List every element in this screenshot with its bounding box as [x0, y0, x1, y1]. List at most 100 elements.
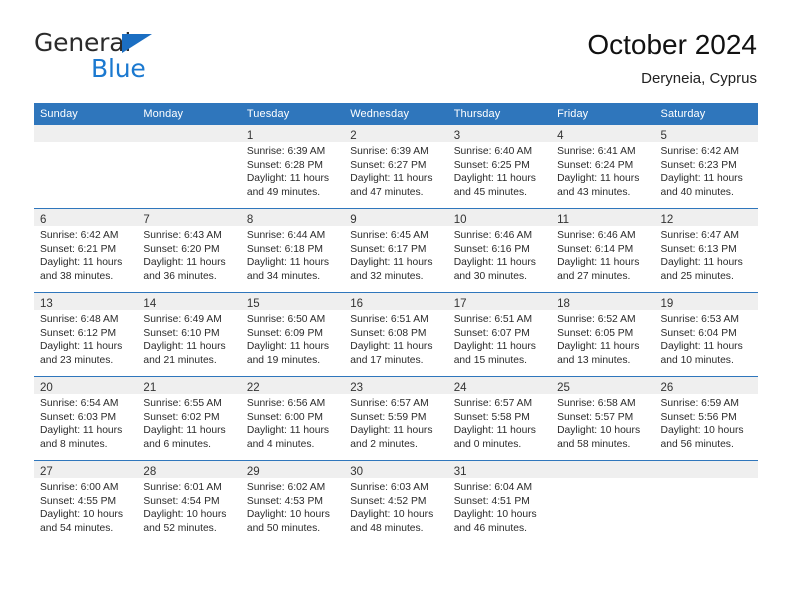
day-details: Sunrise: 6:56 AM Sunset: 6:00 PM Daylight:… [241, 394, 344, 451]
calendar-day-cell[interactable]: 25 Sunrise: 6:58 AM Sunset: 5:57 PM Dayligh… [551, 376, 655, 461]
calendar-day-cell[interactable]: 16 Sunrise: 6:51 AM Sunset: 6:08 PM Dayligh… [344, 292, 448, 377]
calendar-day-cell[interactable]: 22 Sunrise: 6:56 AM Sunset: 6:00 PM Dayligh… [240, 376, 345, 461]
day-details: Sunrise: 6:57 AM Sunset: 5:59 PM Daylight:… [344, 394, 447, 451]
day-number: 11 [557, 214, 570, 226]
sunset-text: Sunset: 6:17 PM [350, 243, 427, 255]
calendar-day-cell[interactable]: 11 Sunrise: 6:46 AM Sunset: 6:14 PM Dayligh… [551, 208, 655, 293]
calendar-day-cell[interactable]: 31 Sunrise: 6:04 AM Sunset: 4:51 PM Dayligh… [447, 460, 552, 544]
day-number: 25 [557, 382, 570, 394]
calendar-week-row: 27 Sunrise: 6:00 AM Sunset: 4:55 PM Dayligh… [34, 460, 758, 544]
day-number-band: 26 [654, 377, 758, 394]
sunrise-text: Sunrise: 6:42 AM [40, 230, 119, 241]
sunset-text: Sunset: 5:56 PM [660, 411, 737, 423]
calendar-day-cell[interactable]: 24 Sunrise: 6:57 AM Sunset: 5:58 PM Dayligh… [447, 376, 552, 461]
calendar-day-cell[interactable]: 10 Sunrise: 6:46 AM Sunset: 6:16 PM Dayligh… [447, 208, 552, 293]
day-number-band: 31 [447, 461, 552, 478]
calendar-day-cell[interactable]: 26 Sunrise: 6:59 AM Sunset: 5:56 PM Dayligh… [654, 376, 758, 461]
daylight-text-line2: and 0 minutes. [453, 438, 522, 450]
sunset-text: Sunset: 6:25 PM [453, 159, 530, 171]
general-blue-logo[interactable]: General Blue [34, 28, 244, 90]
day-number: 4 [557, 130, 564, 142]
daylight-text-line2: and 36 minutes. [143, 270, 217, 282]
day-number: 15 [246, 298, 260, 310]
day-number: 16 [350, 298, 364, 310]
logo-text-blue: Blue [91, 54, 146, 83]
sunset-text: Sunset: 6:05 PM [557, 327, 634, 339]
day-details: Sunrise: 6:48 AM Sunset: 6:12 PM Daylight:… [34, 310, 137, 367]
calendar-day-cell[interactable]: 30 Sunrise: 6:03 AM Sunset: 4:52 PM Dayligh… [344, 460, 448, 544]
day-number-band: 2 [344, 125, 448, 142]
daylight-text-line1: Daylight: 10 hours [453, 509, 537, 521]
daylight-text-line1: Daylight: 11 hours [40, 425, 123, 437]
day-details: Sunrise: 6:54 AM Sunset: 6:03 PM Daylight:… [34, 394, 137, 451]
calendar-body: 1 Sunrise: 6:39 AM Sunset: 6:28 PM Daylight… [34, 125, 758, 544]
daylight-text-line2: and 49 minutes. [246, 186, 321, 198]
sunset-text: Sunset: 4:55 PM [40, 495, 117, 507]
day-details [551, 478, 654, 481]
day-details: Sunrise: 6:50 AM Sunset: 6:09 PM Daylight:… [241, 310, 344, 367]
day-details: Sunrise: 6:47 AM Sunset: 6:13 PM Daylight:… [655, 226, 758, 283]
daylight-text-line2: and 47 minutes. [350, 186, 424, 198]
sunrise-text: Sunrise: 6:59 AM [660, 398, 739, 409]
day-details: Sunrise: 6:39 AM Sunset: 6:27 PM Daylight:… [344, 142, 447, 199]
sunrise-text: Sunrise: 6:54 AM [40, 398, 119, 409]
calendar-day-cell[interactable]: 17 Sunrise: 6:51 AM Sunset: 6:07 PM Dayligh… [447, 292, 552, 377]
daylight-text-line2: and 17 minutes. [350, 354, 424, 366]
daylight-text-line1: Daylight: 11 hours [40, 341, 123, 353]
day-number: 13 [40, 298, 53, 310]
calendar-day-cell[interactable]: 3 Sunrise: 6:40 AM Sunset: 6:25 PM Daylight… [447, 125, 552, 209]
day-number-band: 11 [551, 209, 655, 226]
calendar-day-cell[interactable]: 23 Sunrise: 6:57 AM Sunset: 5:59 PM Dayligh… [344, 376, 448, 461]
calendar-day-cell[interactable]: 9 Sunrise: 6:45 AM Sunset: 6:17 PM Daylight… [344, 208, 448, 293]
calendar-day-cell[interactable]: 14 Sunrise: 6:49 AM Sunset: 6:10 PM Dayligh… [137, 292, 241, 377]
sunrise-text: Sunrise: 6:52 AM [557, 314, 636, 325]
sunrise-text: Sunrise: 6:46 AM [557, 230, 636, 241]
calendar-day-cell[interactable]: 28 Sunrise: 6:01 AM Sunset: 4:54 PM Dayligh… [137, 460, 241, 544]
calendar-day-cell[interactable]: 29 Sunrise: 6:02 AM Sunset: 4:53 PM Dayligh… [240, 460, 345, 544]
calendar-day-cell[interactable]: 19 Sunrise: 6:53 AM Sunset: 6:04 PM Dayligh… [654, 292, 758, 377]
daylight-text-line2: and 48 minutes. [350, 522, 424, 534]
calendar-day-cell[interactable]: 4 Sunrise: 6:41 AM Sunset: 6:24 PM Daylight… [551, 125, 655, 209]
daylight-text-line2: and 52 minutes. [143, 522, 217, 534]
day-number-band: 21 [137, 377, 241, 394]
calendar-day-cell[interactable]: 5 Sunrise: 6:42 AM Sunset: 6:23 PM Daylight… [654, 125, 758, 209]
calendar-day-cell[interactable]: 6 Sunrise: 6:42 AM Sunset: 6:21 PM Daylight… [34, 208, 138, 293]
calendar-day-cell[interactable]: 12 Sunrise: 6:47 AM Sunset: 6:13 PM Dayligh… [654, 208, 758, 293]
sunset-text: Sunset: 6:08 PM [350, 327, 427, 339]
daylight-text-line2: and 2 minutes. [350, 438, 418, 450]
sunrise-text: Sunrise: 6:03 AM [350, 482, 429, 493]
calendar-day-cell[interactable]: 2 Sunrise: 6:39 AM Sunset: 6:27 PM Daylight… [344, 125, 448, 209]
day-number: 9 [350, 214, 357, 226]
calendar-day-cell[interactable]: 21 Sunrise: 6:55 AM Sunset: 6:02 PM Dayligh… [137, 376, 241, 461]
daylight-text-line1: Daylight: 10 hours [246, 509, 330, 521]
calendar-day-cell[interactable]: 20 Sunrise: 6:54 AM Sunset: 6:03 PM Dayligh… [34, 376, 138, 461]
sunrise-text: Sunrise: 6:56 AM [246, 398, 326, 409]
day-details: Sunrise: 6:46 AM Sunset: 6:16 PM Daylight:… [448, 226, 551, 283]
daylight-text-line1: Daylight: 11 hours [246, 341, 330, 353]
sunrise-text: Sunrise: 6:55 AM [143, 398, 222, 409]
day-details [655, 478, 758, 481]
calendar-day-cell[interactable]: 13 Sunrise: 6:48 AM Sunset: 6:12 PM Dayligh… [34, 292, 138, 377]
sunrise-text: Sunrise: 6:42 AM [660, 146, 739, 157]
sunset-text: Sunset: 6:13 PM [660, 243, 737, 255]
daylight-text-line1: Daylight: 11 hours [350, 341, 433, 353]
sunrise-text: Sunrise: 6:43 AM [143, 230, 222, 241]
day-number: 7 [143, 214, 150, 226]
day-details: Sunrise: 6:51 AM Sunset: 6:07 PM Daylight:… [448, 310, 551, 367]
title-block: October 2024 Deryneia, Cyprus [587, 28, 757, 90]
calendar-day-cell[interactable]: 27 Sunrise: 6:00 AM Sunset: 4:55 PM Dayligh… [34, 460, 138, 544]
day-details: Sunrise: 6:41 AM Sunset: 6:24 PM Daylight:… [551, 142, 654, 199]
sunrise-text: Sunrise: 6:02 AM [246, 482, 326, 493]
day-number-band [34, 125, 138, 142]
calendar-day-cell[interactable]: 18 Sunrise: 6:52 AM Sunset: 6:05 PM Dayligh… [551, 292, 655, 377]
calendar-day-cell[interactable]: 7 Sunrise: 6:43 AM Sunset: 6:20 PM Daylight… [137, 208, 241, 293]
calendar-day-cell[interactable]: 1 Sunrise: 6:39 AM Sunset: 6:28 PM Daylight… [240, 125, 345, 209]
daylight-text-line2: and 56 minutes. [660, 438, 734, 450]
daylight-text-line2: and 19 minutes. [246, 354, 321, 366]
daylight-text-line1: Daylight: 11 hours [143, 257, 226, 269]
day-number: 29 [246, 466, 260, 478]
calendar-day-cell[interactable]: 15 Sunrise: 6:50 AM Sunset: 6:09 PM Dayligh… [240, 292, 345, 377]
calendar-day-cell[interactable]: 8 Sunrise: 6:44 AM Sunset: 6:18 PM Daylight… [240, 208, 345, 293]
day-number-band: 28 [137, 461, 241, 478]
calendar-day-cell-empty [551, 460, 655, 544]
